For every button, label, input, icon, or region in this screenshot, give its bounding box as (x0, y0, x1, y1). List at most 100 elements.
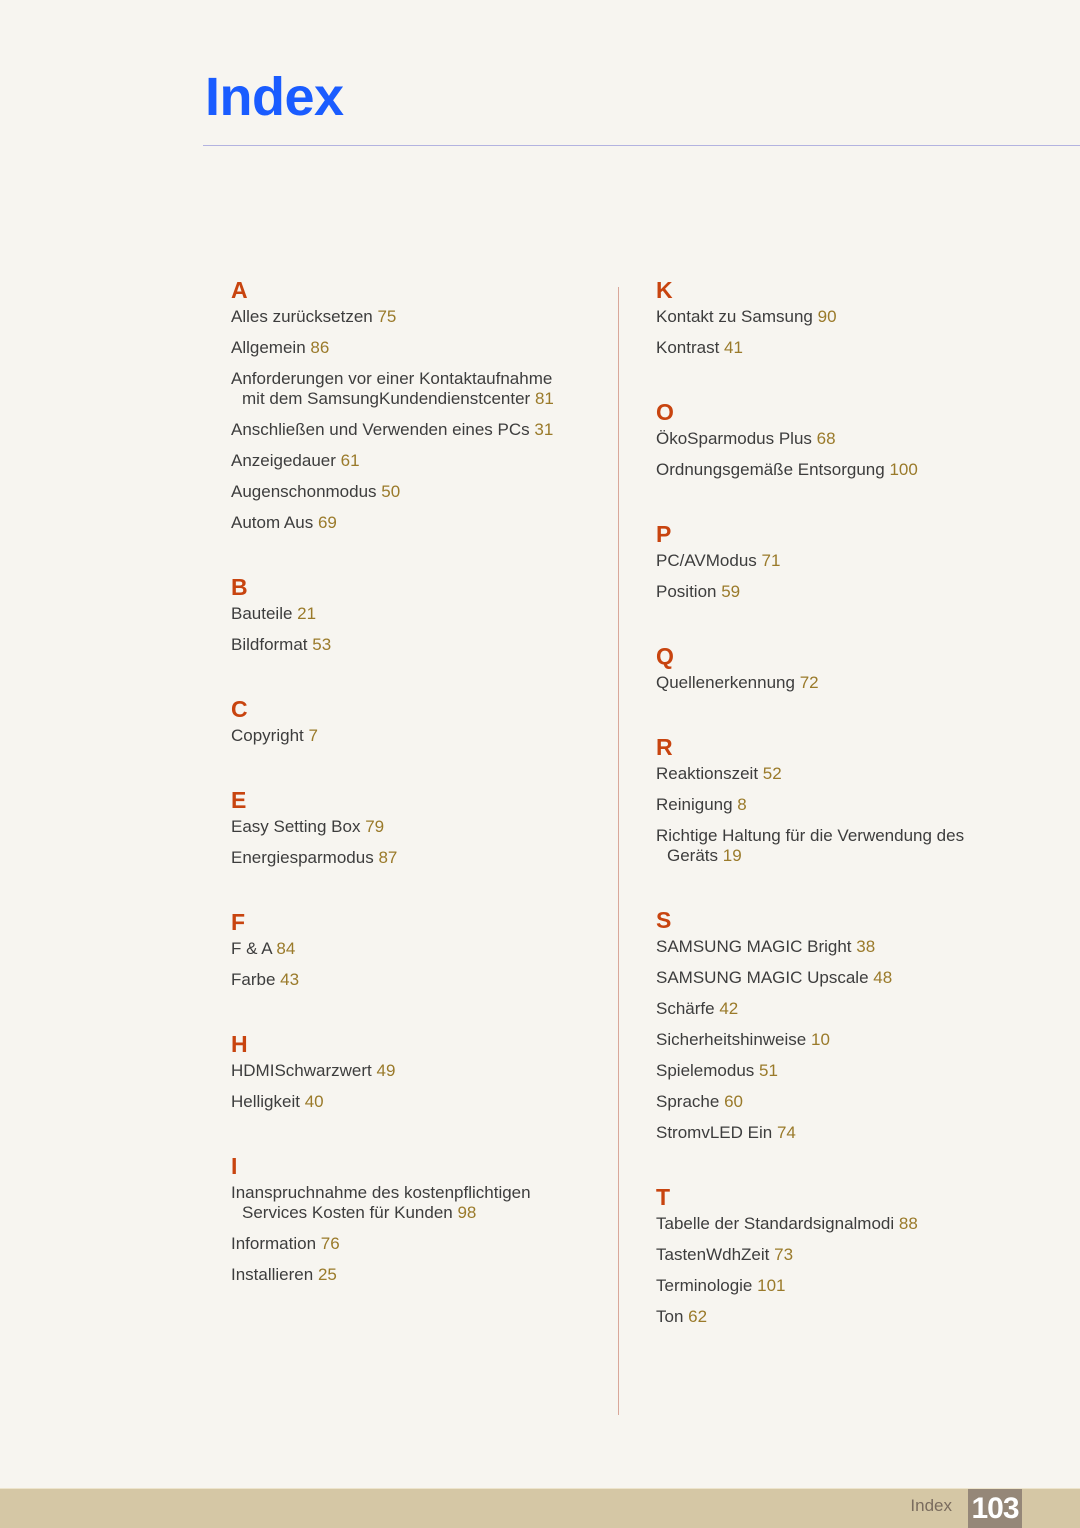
index-entry[interactable]: Helligkeit 40 (231, 1092, 591, 1112)
index-entry[interactable]: Anforderungen vor einer Kontaktaufnahme m… (231, 369, 591, 409)
index-entry[interactable]: SAMSUNG MAGIC Upscale 48 (656, 968, 1036, 988)
entry-page-number[interactable]: 19 (723, 846, 742, 865)
entry-page-number[interactable]: 69 (318, 513, 337, 532)
entry-page-number[interactable]: 76 (321, 1234, 340, 1253)
index-entry[interactable]: Farbe 43 (231, 970, 591, 990)
entry-page-number[interactable]: 88 (899, 1214, 918, 1233)
index-section-s: S SAMSUNG MAGIC Bright 38 SAMSUNG MAGIC Up… (656, 907, 1036, 1143)
entry-page-number[interactable]: 25 (318, 1265, 337, 1284)
entry-page-number[interactable]: 101 (757, 1276, 785, 1295)
index-entry[interactable]: Anzeigedauer 61 (231, 451, 591, 471)
index-entry[interactable]: Easy Setting Box 79 (231, 817, 591, 837)
entry-term: Anforderungen vor einer Kontaktaufnahme (231, 369, 553, 388)
index-section-a: A Alles zurücksetzen 75 Allgemein 86 Anford… (231, 277, 591, 533)
entry-page-number[interactable]: 87 (378, 848, 397, 867)
section-letter: H (231, 1031, 248, 1057)
entry-page-number[interactable]: 21 (297, 604, 316, 623)
entry-term: PC/AVModus (656, 551, 757, 570)
index-entry[interactable]: Installieren 25 (231, 1265, 591, 1285)
entry-page-number[interactable]: 81 (535, 389, 554, 408)
entry-page-number[interactable]: 51 (759, 1061, 778, 1080)
entry-page-number[interactable]: 79 (365, 817, 384, 836)
entry-page-number[interactable]: 72 (800, 673, 819, 692)
index-entry[interactable]: PC/AVModus 71 (656, 551, 1036, 571)
entry-page-number[interactable]: 40 (305, 1092, 324, 1111)
entry-page-number[interactable]: 71 (762, 551, 781, 570)
index-entry[interactable]: ÖkoSparmodus Plus 68 (656, 429, 1036, 449)
index-entry[interactable]: TastenWdhZeit 73 (656, 1245, 1036, 1265)
index-section-f: FF & A 84 Farbe 43 (231, 909, 591, 990)
entry-page-number[interactable]: 43 (280, 970, 299, 989)
index-entry[interactable]: Augenschonmodus 50 (231, 482, 591, 502)
index-entry[interactable]: Kontrast 41 (656, 338, 1036, 358)
index-entry[interactable]: Information 76 (231, 1234, 591, 1254)
index-entry[interactable]: Bauteile 21 (231, 604, 591, 624)
entry-page-number[interactable]: 10 (811, 1030, 830, 1049)
entry-page-number[interactable]: 38 (856, 937, 875, 956)
entry-page-number[interactable]: 98 (457, 1203, 476, 1222)
section-letter: E (231, 787, 247, 813)
entry-page-number[interactable]: 31 (534, 420, 553, 439)
entry-page-number[interactable]: 59 (721, 582, 740, 601)
index-entry[interactable]: Tabelle der Standardsignalmodi 88 (656, 1214, 1036, 1234)
index-entry[interactable]: Spielemodus 51 (656, 1061, 1036, 1081)
section-letter: P (656, 521, 672, 547)
index-section-i: I Inanspruchnahme des kostenpflichtigen Se… (231, 1153, 591, 1285)
index-entry[interactable]: Ton 62 (656, 1307, 1036, 1327)
entry-page-number[interactable]: 49 (376, 1061, 395, 1080)
entry-page-number[interactable]: 7 (309, 726, 318, 745)
index-section-t: T Tabelle der Standardsignalmodi 88 Tasten… (656, 1184, 1036, 1327)
section-letter: A (231, 277, 248, 303)
entry-term: Allgemein (231, 338, 306, 357)
index-entry[interactable]: Alles zurücksetzen 75 (231, 307, 591, 327)
entry-page-number[interactable]: 41 (724, 338, 743, 357)
index-entry[interactable]: Copyright 7 (231, 726, 591, 746)
entry-page-number[interactable]: 48 (873, 968, 892, 987)
entry-page-number[interactable]: 42 (719, 999, 738, 1018)
index-entry[interactable]: Ordnungsgemäße Entsorgung 100 (656, 460, 1036, 480)
section-letter: Q (656, 643, 674, 669)
index-entry[interactable]: StromvLED Ein 74 (656, 1123, 1036, 1143)
index-entry[interactable]: Terminologie 101 (656, 1276, 1036, 1296)
entry-page-number[interactable]: 60 (724, 1092, 743, 1111)
entry-page-number[interactable]: 61 (341, 451, 360, 470)
index-entry[interactable]: Inanspruchnahme des kostenpflichtigen Ser… (231, 1183, 591, 1223)
index-section-q: Q Quellenerkennung 72 (656, 643, 1036, 693)
index-entry[interactable]: Anschließen und Verwenden eines PCs 31 (231, 420, 591, 440)
index-entry[interactable]: F & A 84 (231, 939, 591, 959)
entry-page-number[interactable]: 75 (377, 307, 396, 326)
entry-page-number[interactable]: 84 (276, 939, 295, 958)
section-letter: K (656, 277, 673, 303)
entry-page-number[interactable]: 50 (381, 482, 400, 501)
index-entry[interactable]: SAMSUNG MAGIC Bright 38 (656, 937, 1036, 957)
entry-page-number[interactable]: 74 (777, 1123, 796, 1142)
column-divider (618, 287, 619, 1415)
index-entry[interactable]: Sicherheitshinweise 10 (656, 1030, 1036, 1050)
index-entry[interactable]: HDMISchwarzwert 49 (231, 1061, 591, 1081)
index-entry[interactable]: Energiesparmodus 87 (231, 848, 591, 868)
entry-term: Reinigung (656, 795, 733, 814)
index-entry[interactable]: Kontakt zu Samsung 90 (656, 307, 1036, 327)
index-entry[interactable]: Schärfe 42 (656, 999, 1036, 1019)
entry-page-number[interactable]: 62 (688, 1307, 707, 1326)
entry-page-number[interactable]: 100 (889, 460, 917, 479)
entry-page-number[interactable]: 73 (774, 1245, 793, 1264)
entry-term: Position (656, 582, 717, 601)
index-section-o: O ÖkoSparmodus Plus 68 Ordnungsgemäße Ents… (656, 399, 1036, 480)
index-entry[interactable]: Bildformat 53 (231, 635, 591, 655)
index-entry[interactable]: Autom Aus 69 (231, 513, 591, 533)
index-entry[interactable]: Reinigung 8 (656, 795, 1036, 815)
entry-term: Richtige Haltung für die Verwendung des (656, 826, 965, 845)
entry-page-number[interactable]: 8 (737, 795, 746, 814)
entry-page-number[interactable]: 53 (312, 635, 331, 654)
entry-page-number[interactable]: 90 (818, 307, 837, 326)
entry-page-number[interactable]: 86 (310, 338, 329, 357)
index-entry[interactable]: Position 59 (656, 582, 1036, 602)
index-entry[interactable]: Reaktionszeit 52 (656, 764, 1036, 784)
entry-page-number[interactable]: 52 (763, 764, 782, 783)
index-entry[interactable]: Richtige Haltung für die Verwendung des G… (656, 826, 1036, 866)
entry-page-number[interactable]: 68 (817, 429, 836, 448)
index-entry[interactable]: Sprache 60 (656, 1092, 1036, 1112)
index-entry[interactable]: Allgemein 86 (231, 338, 591, 358)
index-entry[interactable]: Quellenerkennung 72 (656, 673, 1036, 693)
